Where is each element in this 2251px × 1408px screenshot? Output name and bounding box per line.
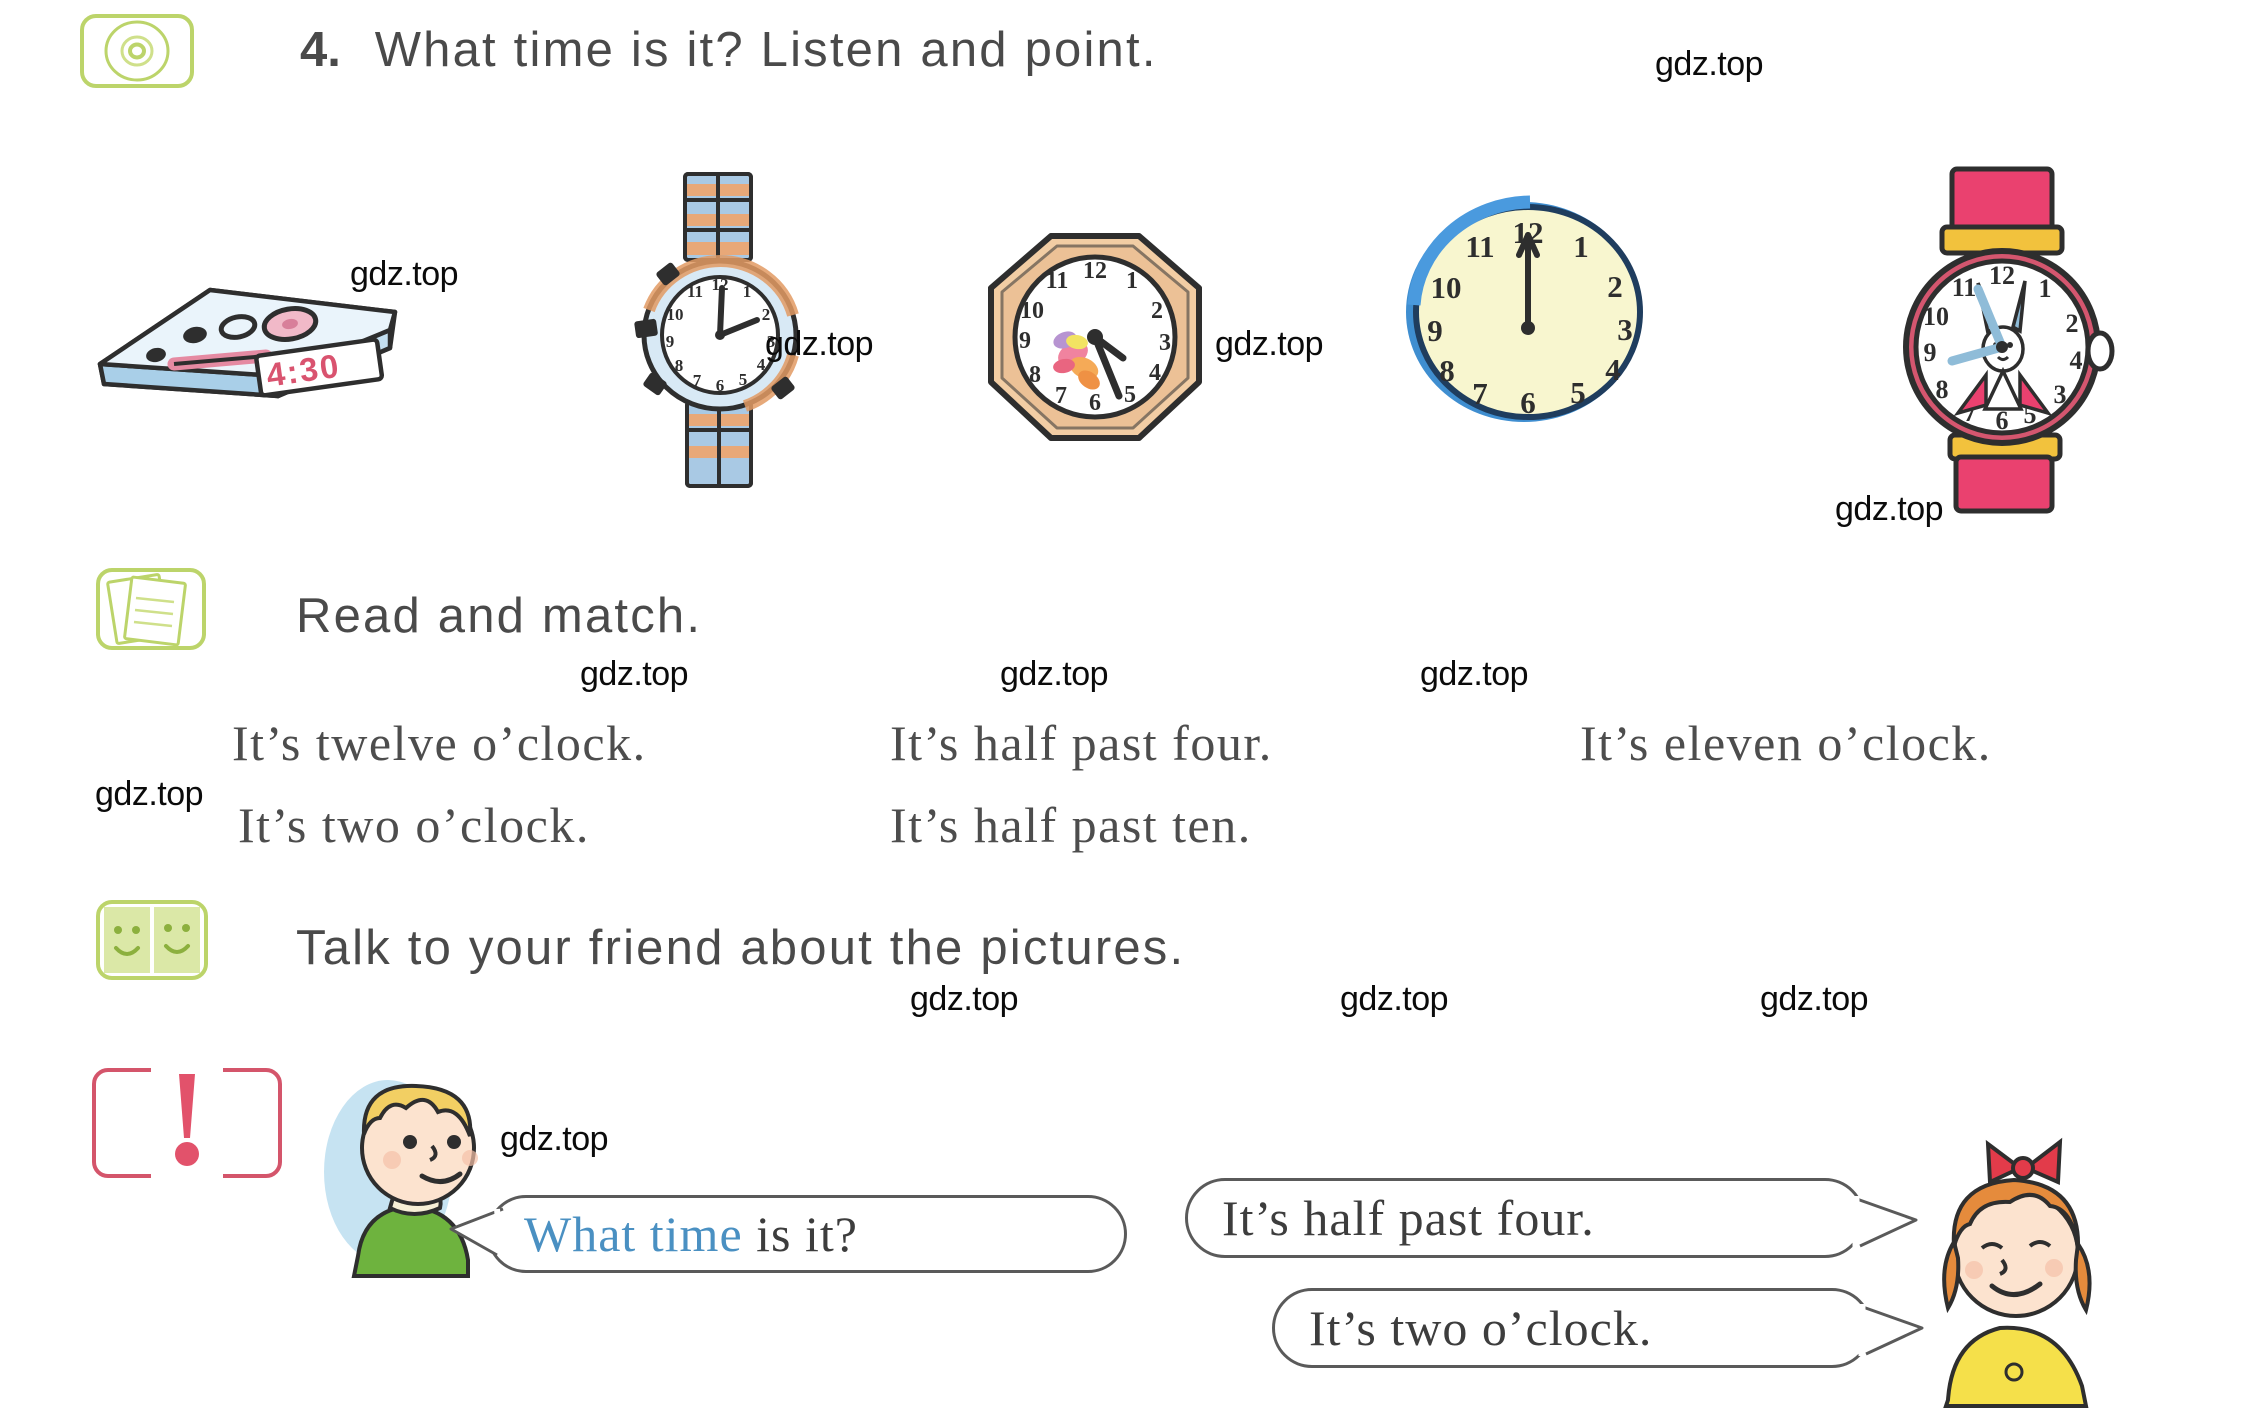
svg-text:11: 11 <box>1046 268 1069 294</box>
question-bubble-text: What time is it? <box>490 1205 892 1263</box>
svg-text:8: 8 <box>1936 375 1949 404</box>
svg-text:11: 11 <box>687 282 703 301</box>
talk-section-heading: Talk to your friend about the pictures. <box>296 921 1186 975</box>
svg-text:1: 1 <box>1573 229 1589 264</box>
question-highlight: What time <box>524 1206 743 1262</box>
watermark-9: gdz.top <box>910 980 1019 1018</box>
svg-text:4: 4 <box>1149 360 1161 386</box>
pink-rabbit-wristwatch-illustration: 12 12 435 678 91011 <box>1903 166 2115 514</box>
svg-text:11: 11 <box>1952 273 1977 302</box>
svg-text:9: 9 <box>1427 313 1443 348</box>
match-sentence-2: It’s half past four. <box>890 715 1273 771</box>
clock-image-octagonal-wall-clock: 12 1 2 345 678 9 10 11 <box>985 230 1205 445</box>
answer-bubble-2-text: It’s two o’clock. <box>1309 1300 1653 1356</box>
answer-bubble-1-text: It’s half past four. <box>1222 1190 1595 1246</box>
watermark-7: gdz.top <box>1420 655 1529 693</box>
svg-text:2: 2 <box>2066 309 2079 338</box>
svg-text:3: 3 <box>1617 312 1633 347</box>
girl-illustration <box>1942 1137 2092 1408</box>
svg-text:10: 10 <box>667 305 684 324</box>
papers-icon <box>106 573 187 647</box>
cd-disc-icon-box <box>80 14 194 88</box>
svg-text:6: 6 <box>1520 385 1536 420</box>
question-bubble: What time is it? <box>487 1195 1127 1273</box>
svg-text:10: 10 <box>1431 270 1462 305</box>
girl-character <box>1930 1128 2130 1408</box>
svg-text:12: 12 <box>1083 258 1107 284</box>
svg-text:9: 9 <box>666 332 675 351</box>
exclamation-mark-icon <box>151 1062 223 1182</box>
watermark-4: gdz.top <box>1835 490 1944 528</box>
watermark-12: gdz.top <box>500 1120 609 1158</box>
exercise-number: 4. <box>300 23 341 77</box>
answer-bubble-2-tail <box>1858 1304 1924 1356</box>
answer-bubble-1-tail <box>1852 1196 1918 1248</box>
svg-text:7: 7 <box>1472 376 1488 411</box>
watermark-1: gdz.top <box>350 255 459 293</box>
watermark-10: gdz.top <box>1340 980 1449 1018</box>
svg-text:5: 5 <box>1570 375 1586 410</box>
svg-text:11: 11 <box>1465 229 1494 264</box>
answer-bubble-2: It’s two o’clock. <box>1272 1288 1872 1368</box>
svg-text:5: 5 <box>1124 382 1136 408</box>
papers-icon-box <box>96 568 206 650</box>
svg-text:5: 5 <box>739 370 748 389</box>
match-sentence-3: It’s eleven o’clock. <box>1580 715 1992 771</box>
svg-text:4: 4 <box>2070 346 2083 375</box>
clock-image-round-blue-clock: 12 1 2 345 678 9 10 11 <box>1400 195 1650 430</box>
exercise-header: 4. What time is it? Listen and point. <box>300 22 1158 78</box>
hair-bow-icon <box>1985 1137 2063 1186</box>
svg-text:1: 1 <box>743 282 752 301</box>
svg-text:7: 7 <box>1055 383 1067 409</box>
round-blue-clock-illustration: 12 12 345 678 91011 <box>1406 195 1643 422</box>
exclamation-icon-box <box>92 1062 282 1182</box>
svg-text:8: 8 <box>675 356 684 375</box>
watermark-0: gdz.top <box>1655 45 1764 83</box>
svg-text:4: 4 <box>1605 352 1621 387</box>
svg-text:8: 8 <box>1029 362 1041 388</box>
octagonal-clock-illustration: 12 12 345 678 91011 <box>988 233 1202 441</box>
two-smiley-faces-icon <box>104 907 200 973</box>
svg-text:1: 1 <box>2039 274 2052 303</box>
svg-text:9: 9 <box>1924 338 1937 367</box>
svg-text:6: 6 <box>1089 390 1101 416</box>
svg-text:2: 2 <box>762 305 771 324</box>
svg-text:10: 10 <box>1020 298 1044 324</box>
match-sentence-4: It’s two o’clock. <box>238 797 590 853</box>
svg-text:9: 9 <box>1019 328 1031 354</box>
svg-text:10: 10 <box>1923 302 1949 331</box>
watermark-5: gdz.top <box>580 655 689 693</box>
svg-text:7: 7 <box>693 371 702 390</box>
cd-disc-icon <box>104 20 170 82</box>
svg-text:2: 2 <box>1607 269 1623 304</box>
clock-image-pink-rabbit-wristwatch: 12 1 2 435 678 9 10 11 <box>1880 165 2130 515</box>
read-and-match-heading: Read and match. <box>296 589 703 643</box>
exercise-title: What time is it? Listen and point. <box>374 23 1158 77</box>
question-bubble-tail <box>449 1207 504 1257</box>
svg-text:6: 6 <box>716 376 725 395</box>
svg-text:3: 3 <box>2054 380 2067 409</box>
watermark-2: gdz.top <box>765 325 874 363</box>
watermark-8: gdz.top <box>95 775 204 813</box>
svg-text:2: 2 <box>1151 298 1163 324</box>
two-smiley-faces-icon-box <box>96 900 208 980</box>
svg-text:1: 1 <box>1126 268 1138 294</box>
watermark-6: gdz.top <box>1000 655 1109 693</box>
watermark-11: gdz.top <box>1760 980 1869 1018</box>
match-sentence-1: It’s twelve o’clock. <box>232 715 647 771</box>
question-rest: is it? <box>742 1206 858 1262</box>
svg-text:3: 3 <box>1159 330 1171 356</box>
svg-text:8: 8 <box>1439 353 1455 388</box>
answer-bubble-1: It’s half past four. <box>1185 1178 1865 1258</box>
textbook-page: 4. What time is it? Listen and point. 4: <box>0 0 2251 1408</box>
watermark-3: gdz.top <box>1215 325 1324 363</box>
match-sentence-5: It’s half past ten. <box>890 797 1252 853</box>
svg-text:12: 12 <box>1989 261 2015 290</box>
